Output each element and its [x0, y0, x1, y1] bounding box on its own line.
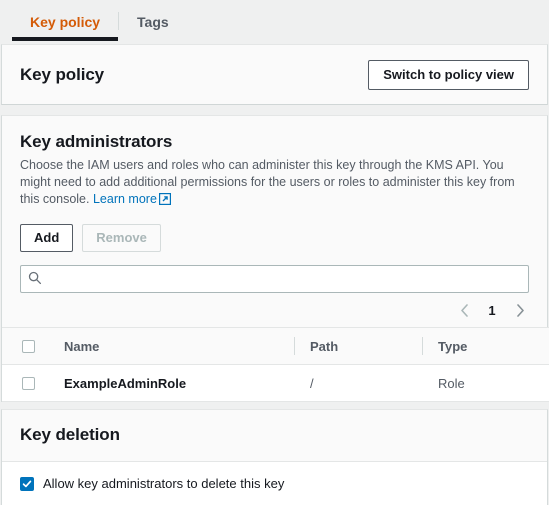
- key-administrators-description: Choose the IAM users and roles who can a…: [20, 157, 520, 210]
- tab-key-policy-label: Key policy: [30, 14, 101, 30]
- panel-gap: [0, 105, 549, 115]
- table-header-row: Name Path Type: [2, 327, 549, 365]
- add-button[interactable]: Add: [20, 224, 74, 252]
- column-header-name[interactable]: Name: [48, 328, 294, 365]
- learn-more-label: Learn more: [92, 192, 157, 206]
- allow-deletion-row: Allow key administrators to delete this …: [20, 476, 529, 491]
- admin-action-buttons: Add Remove: [20, 224, 529, 252]
- external-link-icon: [158, 192, 172, 210]
- tab-bar: Key policy Tags: [0, 0, 549, 44]
- key-deletion-body: Allow key administrators to delete this …: [1, 462, 548, 505]
- allow-deletion-label[interactable]: Allow key administrators to delete this …: [43, 476, 284, 491]
- select-all-wrapper: [2, 328, 48, 364]
- switch-to-policy-view-button[interactable]: Switch to policy view: [368, 59, 529, 90]
- row-checkbox-wrapper: [2, 365, 48, 401]
- key-policy-page: Key policy Tags Key policy Switch to pol…: [0, 0, 549, 505]
- remove-button[interactable]: Remove: [82, 224, 161, 252]
- pagination-page-number[interactable]: 1: [481, 303, 503, 318]
- panel-gap-2: [0, 402, 549, 409]
- key-policy-panel: Key policy Switch to policy view: [1, 44, 548, 105]
- pagination: 1: [2, 293, 547, 327]
- table-body: ExampleAdminRole / Role: [2, 364, 549, 402]
- key-deletion-title: Key deletion: [20, 425, 120, 444]
- cell-type: Role: [422, 365, 549, 402]
- column-header-type[interactable]: Type: [422, 328, 549, 365]
- column-header-name-label: Name: [64, 338, 100, 354]
- cell-type-value: Role: [438, 375, 465, 391]
- table-row[interactable]: ExampleAdminRole / Role: [2, 364, 549, 402]
- search-container: [20, 265, 529, 293]
- cell-name: ExampleAdminRole: [48, 365, 294, 402]
- key-administrators-content: Key administrators Choose the IAM users …: [2, 116, 547, 293]
- allow-deletion-checkbox[interactable]: [20, 476, 34, 491]
- tab-tags-label: Tags: [137, 14, 169, 30]
- cell-path: /: [294, 365, 422, 402]
- column-header-path-label: Path: [294, 328, 422, 364]
- key-deletion-panel: Key deletion: [1, 409, 548, 462]
- tab-tags[interactable]: Tags: [119, 0, 187, 44]
- key-policy-title: Key policy: [20, 64, 105, 84]
- select-all-cell: [2, 328, 48, 365]
- pagination-next-button[interactable]: [507, 297, 533, 323]
- pagination-prev-button[interactable]: [451, 297, 477, 323]
- column-header-path[interactable]: Path: [294, 328, 422, 365]
- key-deletion-header: Key deletion: [2, 410, 547, 462]
- learn-more-link[interactable]: Learn more: [93, 192, 157, 206]
- select-all-checkbox[interactable]: [21, 339, 35, 353]
- key-administrators-panel: Key administrators Choose the IAM users …: [1, 115, 549, 402]
- search-input[interactable]: [20, 265, 529, 293]
- table-header: Name Path Type: [2, 327, 549, 365]
- row-select-checkbox[interactable]: [21, 376, 35, 390]
- tab-key-policy[interactable]: Key policy: [12, 0, 119, 44]
- key-administrators-title: Key administrators: [20, 132, 173, 151]
- cell-name-value: ExampleAdminRole: [64, 375, 187, 391]
- row-select-cell: [2, 365, 48, 402]
- cell-path-value: /: [310, 375, 314, 391]
- column-header-type-label: Type: [422, 328, 549, 364]
- key-policy-header: Key policy Switch to policy view: [2, 45, 547, 104]
- key-administrators-table: Name Path Type ExampleAdminRole / Role: [2, 327, 549, 402]
